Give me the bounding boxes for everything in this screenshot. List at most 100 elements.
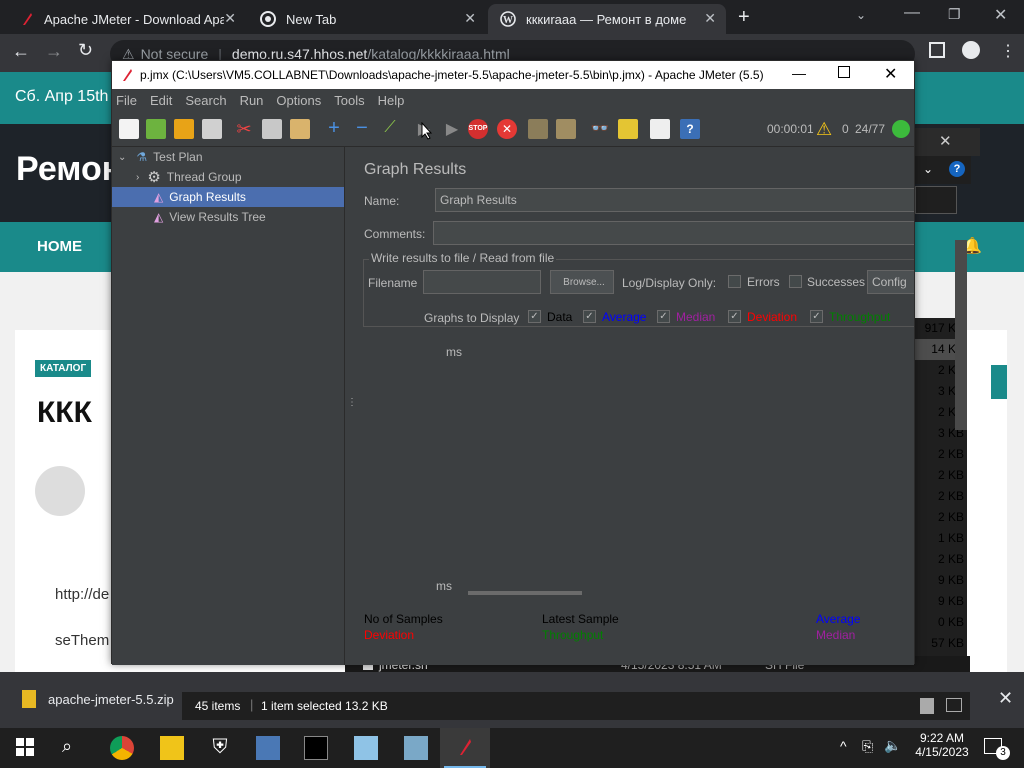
minimize-icon[interactable]: — — [792, 65, 806, 81]
tiles-view-icon[interactable] — [946, 698, 962, 712]
menu-run[interactable]: Run — [240, 93, 264, 108]
tree-node-graph-results[interactable]: ◭ Graph Results — [112, 187, 344, 207]
median-checkbox[interactable]: ✓ — [657, 310, 670, 323]
nav-home-link[interactable]: HOME — [37, 238, 82, 255]
network-icon[interactable] — [404, 736, 428, 760]
tab-search-icon[interactable]: ⌄ — [856, 8, 866, 22]
menu-file[interactable]: File — [116, 93, 137, 108]
menu-options[interactable]: Options — [276, 93, 321, 108]
forward-icon[interactable]: → — [45, 41, 63, 62]
data-checkbox[interactable]: ✓ — [528, 310, 541, 323]
menu-edit[interactable]: Edit — [150, 93, 172, 108]
help-icon[interactable]: ? — [949, 161, 965, 177]
chrome-icon — [260, 11, 276, 27]
notification-badge: 3 — [996, 746, 1010, 760]
close-tab-icon[interactable]: ✕ — [224, 10, 236, 27]
details-view-icon[interactable] — [920, 698, 934, 714]
clear-icon[interactable] — [528, 119, 548, 139]
close-window-icon[interactable]: ✕ — [884, 64, 897, 84]
tree-node-test-plan[interactable]: ⌄ ⚗ Test Plan — [112, 147, 344, 167]
clock[interactable]: 9:22 AM 4/15/2023 — [912, 731, 972, 759]
tree-node-view-results-tree[interactable]: ◭ View Results Tree — [112, 207, 344, 227]
paste-icon[interactable] — [290, 119, 310, 139]
menu-help[interactable]: Help — [378, 93, 405, 108]
chevron-right-icon[interactable]: › — [136, 172, 139, 183]
templates-icon[interactable] — [146, 119, 166, 139]
profile-avatar[interactable] — [962, 41, 980, 59]
network-status-icon[interactable]: ⎘ — [862, 738, 873, 755]
data-series-label: Data — [547, 310, 573, 324]
menu-search[interactable]: Search — [185, 93, 226, 108]
reload-icon[interactable]: ↻ — [78, 40, 93, 61]
name-input[interactable]: Graph Results — [435, 188, 914, 212]
browser-tab-new-tab[interactable]: New Tab ✕ — [248, 4, 486, 34]
chevron-up-icon[interactable]: ^ — [840, 738, 847, 754]
search-icon[interactable]: ⌕ — [62, 736, 86, 760]
configure-button[interactable]: Config — [867, 270, 914, 294]
close-window-icon[interactable]: ✕ — [994, 5, 1007, 25]
shield-icon[interactable]: ⛨ — [208, 736, 232, 760]
comments-input[interactable] — [433, 221, 914, 245]
menu-kebab-icon[interactable]: ⋮ — [1000, 41, 1016, 61]
warning-icon[interactable]: ⚠ — [816, 119, 832, 140]
category-badge[interactable]: КАТАЛОГ — [35, 360, 92, 377]
browser-tab-jmeter[interactable]: Apache JMeter - Download Apac ✕ — [8, 4, 246, 34]
jmeter-taskbar-button[interactable] — [440, 728, 490, 768]
close-tab-icon[interactable]: ✕ — [704, 10, 716, 27]
function-helper-icon[interactable] — [650, 119, 670, 139]
download-item[interactable]: apache-jmeter-5.5.zip — [48, 692, 174, 707]
help-icon[interactable]: ? — [680, 119, 700, 139]
copy-icon[interactable] — [262, 119, 282, 139]
browse-button[interactable]: Browse... — [550, 270, 614, 294]
site-title[interactable]: Ремон — [16, 150, 122, 189]
cut-icon[interactable]: ✂ — [234, 119, 254, 139]
new-icon[interactable] — [119, 119, 139, 139]
new-tab-icon[interactable]: + — [738, 6, 750, 29]
throughput-checkbox[interactable]: ✓ — [810, 310, 823, 323]
volume-icon[interactable]: 🔈 — [884, 737, 901, 754]
side-panel-icon[interactable] — [929, 42, 945, 58]
toggle-icon[interactable]: ⟋ — [380, 119, 400, 139]
tree-node-thread-group[interactable]: › ⚙ Thread Group — [112, 167, 344, 187]
browser-tab-active[interactable]: W кккиraaa — Ремонт в доме ✕ — [488, 4, 726, 34]
graph-results-panel: Graph Results Name: Graph Results Commen… — [354, 147, 914, 665]
filename-input[interactable] — [423, 270, 541, 294]
split-pane-divider[interactable]: ⋮ — [344, 147, 357, 665]
close-downloads-icon[interactable]: ✕ — [998, 688, 1013, 709]
file-size-cell: 9 KB — [937, 594, 964, 608]
reset-search-icon[interactable] — [618, 119, 638, 139]
open-icon[interactable] — [174, 119, 194, 139]
expand-icon[interactable]: + — [324, 118, 344, 139]
start-no-pauses-icon[interactable]: ▶ — [442, 119, 462, 139]
tab-title: New Tab — [286, 11, 337, 27]
chevron-down-icon[interactable]: ⌄ — [923, 162, 933, 176]
close-icon[interactable]: ✕ — [939, 132, 952, 150]
restore-icon[interactable]: ❐ — [948, 6, 961, 23]
minimize-icon[interactable]: — — [904, 4, 920, 22]
stop-icon[interactable]: STOP — [468, 119, 488, 139]
server-manager-icon[interactable] — [256, 736, 280, 760]
notepad-icon[interactable] — [354, 736, 378, 760]
chevron-down-icon[interactable]: ⌄ — [118, 152, 126, 163]
clear-all-icon[interactable] — [556, 119, 576, 139]
back-icon[interactable]: ← — [12, 41, 30, 62]
explorer-scrollbar-thumb[interactable] — [955, 240, 967, 430]
explorer-search-box[interactable] — [915, 186, 957, 214]
successes-checkbox[interactable] — [789, 275, 802, 288]
shutdown-icon[interactable]: ✕ — [497, 119, 517, 139]
deviation-checkbox[interactable]: ✓ — [728, 310, 741, 323]
chrome-icon[interactable] — [110, 736, 134, 760]
errors-checkbox[interactable] — [728, 275, 741, 288]
close-tab-icon[interactable]: ✕ — [464, 10, 476, 27]
terminal-icon[interactable] — [304, 736, 328, 760]
clock-time: 9:22 AM — [919, 731, 965, 745]
collapse-icon[interactable]: − — [352, 118, 372, 139]
menu-tools[interactable]: Tools — [334, 93, 364, 108]
average-checkbox[interactable]: ✓ — [583, 310, 596, 323]
windows-start-icon[interactable] — [14, 736, 38, 760]
search-binoculars-icon[interactable]: 👓 — [590, 119, 610, 139]
file-explorer-icon[interactable] — [160, 736, 184, 760]
save-icon[interactable] — [202, 119, 222, 139]
successes-label: Successes — [807, 275, 866, 289]
maximize-icon[interactable] — [838, 66, 850, 78]
